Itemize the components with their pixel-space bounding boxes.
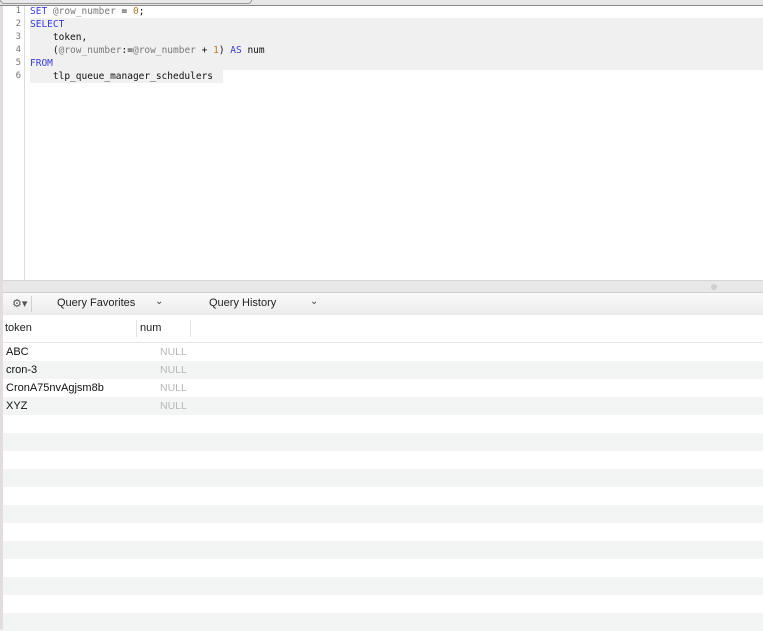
line-number: 5 xyxy=(15,58,21,68)
gear-menu-button[interactable]: ⚙▾ xyxy=(7,296,32,312)
empty-row xyxy=(3,613,763,631)
code-line[interactable]: token, xyxy=(30,31,87,44)
code-line[interactable]: SELECT xyxy=(30,18,64,31)
column-divider[interactable] xyxy=(190,320,191,337)
empty-row xyxy=(3,487,763,505)
query-history-button[interactable]: Query History xyxy=(209,297,276,311)
cell-num[interactable]: NULL xyxy=(160,346,187,358)
code-line[interactable]: FROM xyxy=(30,57,53,70)
sql-keyword: AS xyxy=(230,45,242,56)
empty-row xyxy=(3,595,763,613)
empty-row xyxy=(3,505,763,523)
cell-num[interactable]: NULL xyxy=(160,382,187,394)
code-line[interactable]: tlp_queue_manager_schedulers xyxy=(30,70,213,83)
line-number-gutter: 1 2 3 4 5 6 xyxy=(3,6,25,280)
sql-variable: @row_number xyxy=(52,6,116,17)
column-header-num[interactable]: num xyxy=(140,322,161,334)
sql-text: num xyxy=(241,45,265,56)
empty-row xyxy=(3,433,763,451)
column-header-token[interactable]: token xyxy=(5,322,32,334)
empty-row xyxy=(3,541,763,559)
sql-text: = xyxy=(115,6,133,17)
sql-keyword: SET xyxy=(30,6,48,17)
gear-icon: ⚙▾ xyxy=(12,298,28,310)
empty-row xyxy=(3,469,763,487)
query-favorites-button[interactable]: Query Favorites xyxy=(57,297,135,311)
line-number: 6 xyxy=(15,71,21,81)
line-number: 1 xyxy=(15,6,21,16)
sql-text: tlp_queue_manager_schedulers xyxy=(30,71,214,82)
empty-row xyxy=(3,577,763,595)
table-row[interactable]: XYZ NULL xyxy=(3,397,763,415)
chevron-down-icon[interactable]: ⌄ xyxy=(155,296,163,307)
cell-token[interactable]: CronA75nvAgjsm8b xyxy=(6,382,104,394)
cell-token[interactable]: cron-3 xyxy=(6,364,37,376)
query-editor[interactable]: 1 2 3 4 5 6 SET @row_number = 0; SELECT token,… xyxy=(3,6,763,280)
sql-text: ; xyxy=(138,6,145,17)
sql-text: := xyxy=(121,45,133,56)
results-table: token num ABC NULL cron-3 NULL CronA75nvAgjs… xyxy=(3,315,763,631)
table-row[interactable]: CronA75nvAgjsm8b NULL xyxy=(3,379,763,397)
table-row[interactable]: ABC NULL xyxy=(3,343,763,361)
empty-row xyxy=(3,559,763,577)
sql-text: ( xyxy=(30,45,59,56)
code-line[interactable]: SET @row_number = 0; xyxy=(30,5,144,18)
split-divider[interactable] xyxy=(3,280,763,292)
code-line[interactable]: (@row_number:=@row_number + 1) AS num xyxy=(30,44,265,57)
cell-num[interactable]: NULL xyxy=(160,400,187,412)
sql-text: ) xyxy=(218,45,231,56)
table-row[interactable]: cron-3 NULL xyxy=(3,361,763,379)
query-toolbar: ⚙▾ Query Favorites ⌄ Query History ⌄ xyxy=(3,292,763,316)
chevron-down-icon[interactable]: ⌄ xyxy=(310,296,318,307)
cell-num[interactable]: NULL xyxy=(160,364,187,376)
line-number: 2 xyxy=(15,19,21,29)
tab-shape[interactable] xyxy=(0,0,252,4)
sql-text: token, xyxy=(30,32,88,43)
cell-token[interactable]: XYZ xyxy=(6,400,27,412)
empty-row xyxy=(3,415,763,433)
sql-text: + xyxy=(195,45,214,56)
table-header: token num xyxy=(3,315,763,343)
empty-row xyxy=(3,451,763,469)
line-number: 3 xyxy=(15,32,21,42)
split-handle-icon[interactable] xyxy=(711,284,717,290)
sql-keyword: FROM xyxy=(30,58,53,69)
cell-token[interactable]: ABC xyxy=(6,346,29,358)
sql-variable: @row_number xyxy=(132,45,196,56)
empty-row xyxy=(3,523,763,541)
line-number: 4 xyxy=(15,45,21,55)
sql-keyword: SELECT xyxy=(30,19,65,30)
column-divider[interactable] xyxy=(136,320,137,337)
sql-variable: @row_number xyxy=(58,45,122,56)
